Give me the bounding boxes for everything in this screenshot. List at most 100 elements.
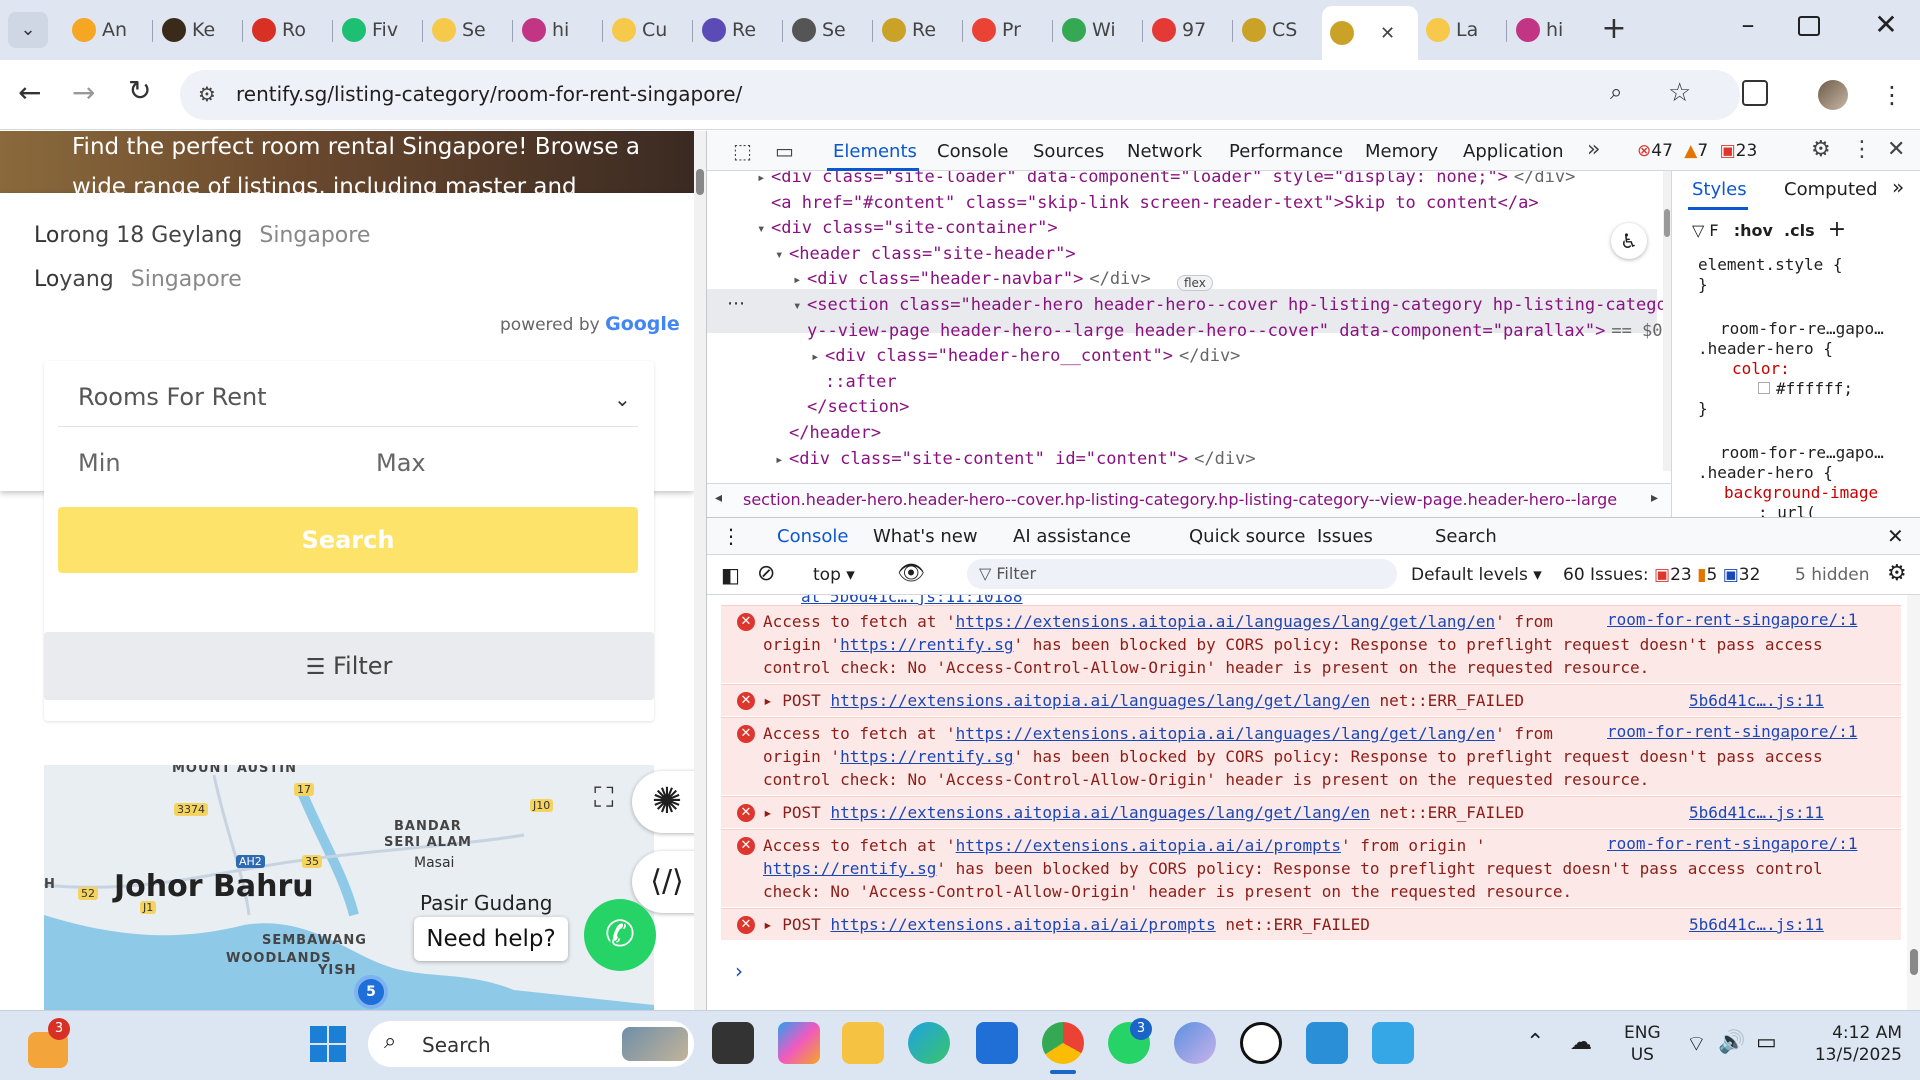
browser-tab[interactable]: An bbox=[64, 10, 148, 50]
dom-node-line[interactable]: </header> bbox=[775, 423, 887, 443]
store-icon[interactable] bbox=[976, 1022, 1018, 1064]
accessibility-icon[interactable]: ♿ bbox=[1611, 223, 1647, 259]
drawer-tab[interactable]: Issues bbox=[1317, 526, 1373, 547]
browser-tab[interactable]: Re bbox=[694, 10, 778, 50]
browser-tab[interactable]: Se bbox=[784, 10, 868, 50]
code-extension-icon[interactable]: ⟨/⟩ bbox=[632, 851, 702, 913]
browser-tab[interactable]: Ke bbox=[154, 10, 238, 50]
language-indicator[interactable]: ENG US bbox=[1624, 1022, 1661, 1066]
filter-button[interactable]: ☰ Filter bbox=[44, 632, 654, 700]
drawer-tab[interactable]: AI assistance bbox=[1013, 526, 1131, 547]
volume-icon[interactable]: 🔊 bbox=[1718, 1030, 1745, 1055]
profile-avatar[interactable] bbox=[1818, 80, 1848, 110]
browser-menu-icon[interactable]: ⋮ bbox=[1880, 78, 1904, 112]
browser-tab[interactable]: CS bbox=[1234, 10, 1318, 50]
page-scrollbar[interactable] bbox=[694, 131, 706, 1010]
computed-tab[interactable]: Computed bbox=[1784, 179, 1878, 200]
dom-node-line[interactable]: ▾ <header class="site-header"> bbox=[775, 244, 1082, 264]
inspect-element-icon[interactable]: ⬚ bbox=[733, 139, 752, 163]
site-info-icon[interactable]: ⚙ bbox=[198, 82, 216, 106]
console-error-message[interactable]: ✕ Access to fetch at 'https://extensions.… bbox=[721, 605, 1901, 683]
more-tabs-icon[interactable]: » bbox=[1587, 137, 1600, 162]
show-hidden-icons[interactable]: ⌃ bbox=[1526, 1030, 1544, 1055]
dom-node-line[interactable]: ▾ <div class="site-container"> bbox=[757, 218, 1064, 238]
new-tab-button[interactable]: + bbox=[1598, 14, 1630, 46]
map-cluster-marker[interactable]: 5 bbox=[354, 975, 388, 1009]
category-select[interactable]: Rooms For Rent ⌄ bbox=[58, 371, 638, 427]
console-error-message[interactable]: ✕ ▸ POST https://extensions.aitopia.ai/ai… bbox=[721, 908, 1901, 940]
browser-tab[interactable]: Fiv bbox=[334, 10, 418, 50]
file-explorer-icon[interactable] bbox=[842, 1022, 884, 1064]
settings-gear-icon[interactable]: ⚙ bbox=[1811, 137, 1831, 162]
styles-tab[interactable]: Styles bbox=[1692, 179, 1747, 200]
elements-breadcrumb[interactable]: ◂ section.header-hero.header-hero--cover… bbox=[707, 483, 1671, 517]
issues-counter[interactable]: 60 Issues: ▣23 ▮5 ▣32 bbox=[1563, 565, 1760, 585]
browser-tab[interactable]: Re bbox=[874, 10, 958, 50]
log-levels-select[interactable]: Default levels ▾ bbox=[1411, 565, 1542, 585]
dom-node-line[interactable]: y--view-page header-hero--large header-h… bbox=[793, 321, 1663, 341]
browser-tab[interactable]: Ro bbox=[244, 10, 328, 50]
search-button[interactable]: Search bbox=[58, 507, 638, 573]
browser-tab[interactable]: hi bbox=[514, 10, 598, 50]
zoom-icon[interactable]: ⌕ bbox=[1610, 80, 1622, 105]
drawer-tab[interactable]: Quick source bbox=[1189, 526, 1305, 547]
browser-tab[interactable]: 97 bbox=[1144, 10, 1228, 50]
flex-badge[interactable]: flex bbox=[1177, 275, 1213, 291]
clock[interactable]: 4:12 AM 13/5/2025 bbox=[1806, 1022, 1902, 1066]
styles-filter[interactable]: ▽ F :hov .cls + bbox=[1692, 217, 1846, 242]
browser-tab[interactable]: Pr bbox=[964, 10, 1048, 50]
styles-more-icon[interactable]: » bbox=[1892, 175, 1904, 199]
device-toolbar-icon[interactable]: ▭ bbox=[775, 139, 794, 163]
console-error-message[interactable]: ✕ ▸ POST https://extensions.aitopia.ai/la… bbox=[721, 684, 1901, 716]
drawer-tab[interactable]: Search bbox=[1435, 526, 1497, 547]
start-button[interactable] bbox=[310, 1026, 346, 1062]
restore-button[interactable] bbox=[1798, 16, 1820, 36]
devtools-menu-icon[interactable]: ⋮ bbox=[1851, 137, 1873, 162]
url-text[interactable]: rentify.sg/listing-category/room-for-ren… bbox=[236, 82, 742, 106]
extensions-icon[interactable] bbox=[1742, 80, 1768, 106]
devtools-tab-memory[interactable]: Memory bbox=[1365, 141, 1438, 162]
browser-tab[interactable]: La bbox=[1418, 10, 1502, 50]
close-drawer-icon[interactable]: ✕ bbox=[1887, 524, 1904, 548]
devtools-tab-sources[interactable]: Sources bbox=[1033, 141, 1104, 162]
suggestion-item[interactable]: Loyang Singapore bbox=[34, 267, 242, 292]
chrome-icon[interactable] bbox=[1042, 1022, 1084, 1064]
close-tab-icon[interactable]: ✕ bbox=[1380, 23, 1395, 44]
console-error-message[interactable]: ✕ ▸ POST https://extensions.aitopia.ai/la… bbox=[721, 796, 1901, 828]
dom-node-line[interactable]: ▸ <div class="site-loader" data-component… bbox=[757, 171, 1575, 187]
devtools-tab-network[interactable]: Network bbox=[1127, 141, 1202, 162]
address-bar[interactable]: ⚙ rentify.sg/listing-category/room-for-r… bbox=[180, 70, 1740, 120]
console-prompt[interactable]: › bbox=[735, 959, 743, 983]
browser-tab[interactable]: Wi bbox=[1054, 10, 1138, 50]
dom-node-line[interactable]: </section> bbox=[793, 397, 915, 417]
sidebar-toggle-icon[interactable]: ◧ bbox=[721, 563, 740, 587]
copilot-icon[interactable] bbox=[778, 1022, 820, 1064]
remote-desktop-icon[interactable] bbox=[1306, 1022, 1348, 1064]
onedrive-icon[interactable]: ☁ bbox=[1570, 1030, 1592, 1055]
min-price-input[interactable]: Min bbox=[58, 437, 348, 493]
dom-node-line[interactable]: ▸ <div class="site-content" id="content">… bbox=[775, 449, 1256, 469]
error-count[interactable]: ⊗47 ▲7 ▣23 bbox=[1637, 141, 1757, 161]
suggestion-item[interactable]: Lorong 18 Geylang Singapore bbox=[34, 223, 370, 248]
browser-tab[interactable]: Se bbox=[424, 10, 508, 50]
edge-icon[interactable] bbox=[908, 1022, 950, 1064]
drawer-menu-icon[interactable]: ⋮ bbox=[721, 524, 741, 548]
dom-node-line[interactable]: ▾ <section class="header-hero header-hero… bbox=[793, 295, 1671, 315]
context-select[interactable]: top ▾ bbox=[813, 565, 855, 585]
close-window-button[interactable]: ✕ bbox=[1868, 8, 1904, 48]
photos-icon[interactable] bbox=[1174, 1022, 1216, 1064]
bookmark-star-icon[interactable]: ☆ bbox=[1668, 78, 1691, 108]
devtools-tab-performance[interactable]: Performance bbox=[1229, 141, 1343, 162]
battery-icon[interactable]: ▭ bbox=[1756, 1030, 1777, 1055]
terminal-icon[interactable] bbox=[712, 1022, 754, 1064]
forward-button[interactable]: → bbox=[72, 76, 95, 109]
taskbar-search[interactable]: ⌕ Search bbox=[368, 1021, 694, 1067]
elements-scrollbar[interactable] bbox=[1663, 171, 1671, 471]
chatgpt-extension-icon[interactable]: ✺ bbox=[632, 771, 702, 833]
chatgpt-app-icon[interactable] bbox=[1240, 1022, 1282, 1064]
dom-node-line[interactable]: <a href="#content" class="skip-link scre… bbox=[757, 193, 1545, 213]
wifi-icon[interactable]: ⌔ bbox=[1686, 1030, 1707, 1058]
notepad-icon[interactable] bbox=[1372, 1022, 1414, 1064]
console-error-message[interactable]: ✕ Access to fetch at 'https://extensions.… bbox=[721, 829, 1901, 907]
devtools-tab-console[interactable]: Console bbox=[937, 141, 1008, 162]
